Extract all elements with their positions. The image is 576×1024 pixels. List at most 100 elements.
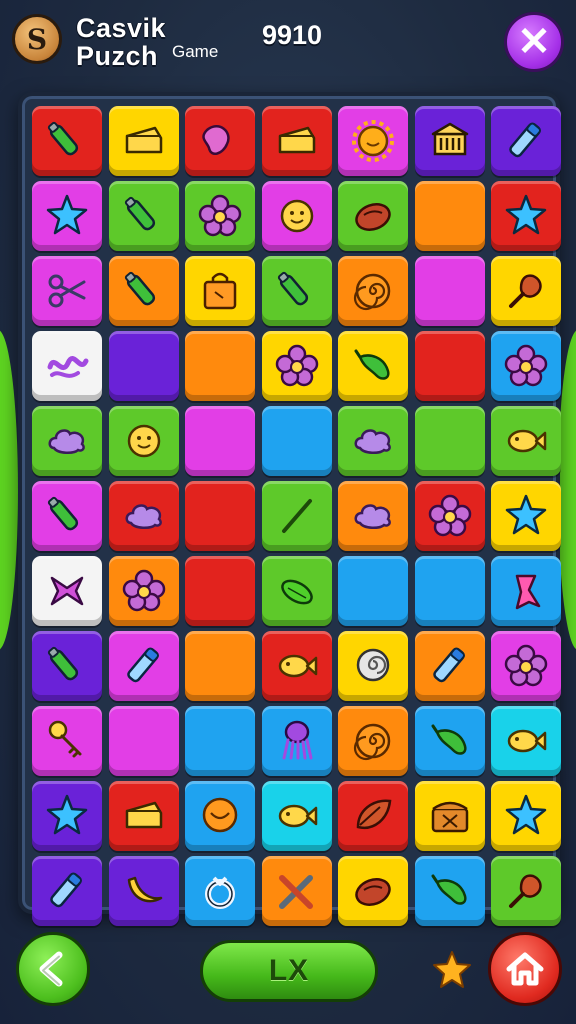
tile[interactable] xyxy=(108,706,179,776)
tile[interactable] xyxy=(185,856,255,926)
title-line-2: Puzch xyxy=(76,41,159,71)
tile[interactable] xyxy=(491,706,561,776)
flower-icon xyxy=(275,344,318,387)
action-button[interactable]: LX xyxy=(200,940,378,1002)
tile[interactable] xyxy=(261,181,332,251)
tile[interactable] xyxy=(185,331,255,401)
tile[interactable] xyxy=(32,556,102,626)
building-icon xyxy=(431,122,468,156)
tile[interactable] xyxy=(414,856,485,926)
tile[interactable] xyxy=(338,331,408,401)
tile[interactable] xyxy=(261,556,332,626)
title-line-1: Casvik xyxy=(76,13,167,43)
tile[interactable] xyxy=(491,481,561,551)
tile[interactable] xyxy=(185,406,255,476)
tile[interactable] xyxy=(108,181,179,251)
cloud-icon xyxy=(48,429,85,454)
tile[interactable] xyxy=(108,781,179,851)
pepper-icon xyxy=(431,724,467,755)
tile[interactable] xyxy=(108,856,179,926)
tile[interactable] xyxy=(491,181,561,251)
tile[interactable] xyxy=(108,331,179,401)
tile[interactable] xyxy=(338,406,408,476)
tile[interactable] xyxy=(108,406,179,476)
tile[interactable] xyxy=(491,556,561,626)
bean-icon xyxy=(202,125,230,156)
tile[interactable] xyxy=(32,331,102,401)
tile[interactable] xyxy=(338,106,408,176)
tile[interactable] xyxy=(32,181,102,251)
star-icon xyxy=(46,794,88,835)
tile[interactable] xyxy=(338,556,408,626)
tile[interactable] xyxy=(261,706,332,776)
close-button[interactable]: ✕ xyxy=(504,12,564,72)
game-board xyxy=(18,92,561,926)
tile[interactable] xyxy=(108,106,179,176)
tile[interactable] xyxy=(338,706,408,776)
drumstick-icon xyxy=(509,274,542,308)
tile[interactable] xyxy=(491,331,561,401)
tile[interactable] xyxy=(32,781,102,851)
tile[interactable] xyxy=(414,256,485,326)
tile[interactable] xyxy=(185,781,255,851)
tile[interactable] xyxy=(491,106,561,176)
scissors-icon xyxy=(48,274,86,308)
tile[interactable] xyxy=(185,556,255,626)
tile[interactable] xyxy=(108,481,179,551)
tile[interactable] xyxy=(261,331,332,401)
bread-icon xyxy=(355,203,391,231)
tube-icon xyxy=(50,872,82,908)
tile[interactable] xyxy=(414,406,485,476)
tile[interactable] xyxy=(338,856,408,926)
tile[interactable] xyxy=(338,256,408,326)
star-icon xyxy=(505,494,547,535)
tile[interactable] xyxy=(185,256,255,326)
tile[interactable] xyxy=(414,181,485,251)
tile[interactable] xyxy=(261,631,332,701)
tile[interactable] xyxy=(414,481,485,551)
tile[interactable] xyxy=(261,481,332,551)
tile[interactable] xyxy=(491,781,561,851)
tile[interactable] xyxy=(32,406,102,476)
tile[interactable] xyxy=(491,856,561,926)
tile[interactable] xyxy=(185,631,255,701)
tile[interactable] xyxy=(338,181,408,251)
tile[interactable] xyxy=(185,481,255,551)
tile[interactable] xyxy=(491,256,561,326)
fish-icon xyxy=(278,804,317,828)
tile[interactable] xyxy=(414,106,485,176)
tile[interactable] xyxy=(261,406,332,476)
tile[interactable] xyxy=(491,406,561,476)
face-icon xyxy=(127,424,160,458)
pickle-icon xyxy=(280,579,313,605)
tile[interactable] xyxy=(491,631,561,701)
home-button[interactable] xyxy=(488,932,562,1006)
tile[interactable] xyxy=(261,106,332,176)
tile[interactable] xyxy=(32,481,102,551)
tile[interactable] xyxy=(108,556,179,626)
tile[interactable] xyxy=(185,181,255,251)
tile[interactable] xyxy=(185,706,255,776)
tile[interactable] xyxy=(32,256,102,326)
bread-icon xyxy=(355,878,391,906)
tile[interactable] xyxy=(261,256,332,326)
swirl-icon xyxy=(353,723,391,761)
back-button[interactable] xyxy=(16,932,90,1006)
tile[interactable] xyxy=(32,106,102,176)
tile[interactable] xyxy=(338,631,408,701)
tile[interactable] xyxy=(414,706,485,776)
tile[interactable] xyxy=(338,781,408,851)
tile[interactable] xyxy=(414,631,485,701)
tile[interactable] xyxy=(32,631,102,701)
tile[interactable] xyxy=(108,631,179,701)
tile[interactable] xyxy=(414,331,485,401)
tile[interactable] xyxy=(32,856,102,926)
tile[interactable] xyxy=(261,781,332,851)
tile[interactable] xyxy=(185,106,255,176)
tile[interactable] xyxy=(261,856,332,926)
tile[interactable] xyxy=(32,706,102,776)
tile[interactable] xyxy=(338,481,408,551)
tile[interactable] xyxy=(108,256,179,326)
tile[interactable] xyxy=(414,781,485,851)
tile[interactable] xyxy=(414,556,485,626)
